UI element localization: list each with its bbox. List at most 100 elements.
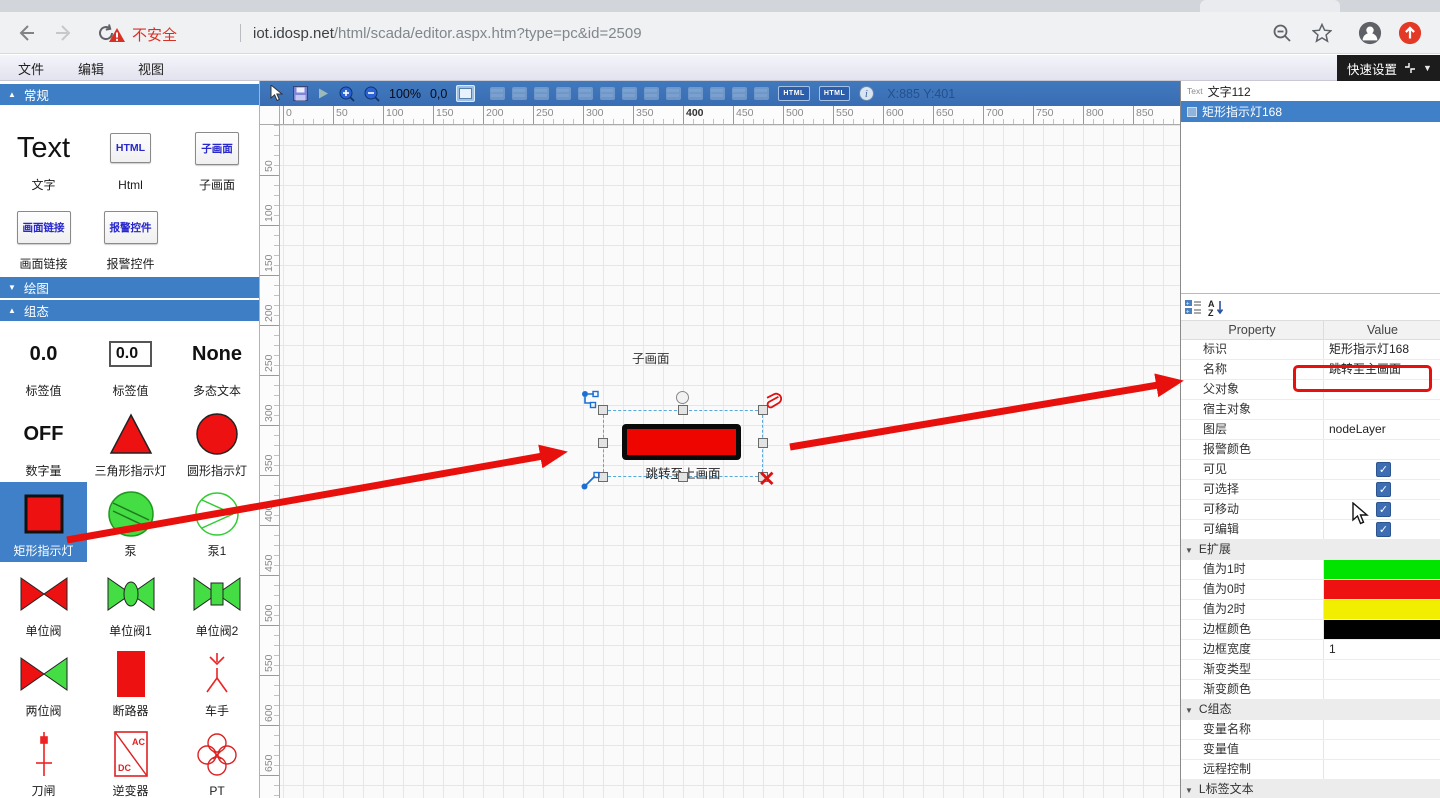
palette-item-pt[interactable]: PT [174, 722, 260, 798]
palette-item-valve-red[interactable]: 单位阀 [0, 562, 87, 642]
property-row-C组态[interactable]: C组态 [1181, 700, 1440, 720]
resize-handle-n[interactable] [678, 405, 688, 415]
color-swatch[interactable] [1324, 580, 1440, 599]
menu-item[interactable]: 文件 [18, 59, 44, 78]
property-row-名称[interactable]: 名称跳转至主画面 [1181, 360, 1440, 380]
security-warning[interactable]: 不安全 [108, 24, 177, 45]
quick-settings-button[interactable]: 快速设置 ▼ [1337, 55, 1440, 81]
property-row-渐变类型[interactable]: 渐变类型 [1181, 660, 1440, 680]
chevron-down-icon[interactable]: ▼ [1423, 63, 1432, 73]
preview-screen-icon[interactable] [456, 85, 475, 102]
connector-in-icon[interactable] [581, 470, 601, 493]
checkbox-checked-icon[interactable]: ✓ [1376, 482, 1391, 497]
property-row-变量值[interactable]: 变量值 [1181, 740, 1440, 760]
palette-item-text-box[interactable]: 0.0标签值 [87, 322, 174, 402]
palette-item-button[interactable]: 画面链接画面链接 [0, 195, 87, 275]
property-value[interactable] [1323, 400, 1440, 419]
property-row-标识[interactable]: 标识矩形指示灯168 [1181, 340, 1440, 360]
menu-item[interactable]: 编辑 [78, 59, 104, 78]
property-row-边框颜色[interactable]: 边框颜色 [1181, 620, 1440, 640]
browser-tab[interactable] [1200, 0, 1340, 12]
property-value[interactable] [1323, 440, 1440, 459]
property-row-可见[interactable]: 可见✓ [1181, 460, 1440, 480]
property-value[interactable] [1323, 660, 1440, 679]
property-value[interactable] [1323, 680, 1440, 699]
attach-paperclip-icon[interactable] [762, 391, 782, 416]
color-swatch[interactable] [1324, 560, 1440, 579]
property-row-渐变颜色[interactable]: 渐变颜色 [1181, 680, 1440, 700]
menu-item[interactable]: 视图 [138, 59, 164, 78]
property-row-边框宽度[interactable]: 边框宽度1 [1181, 640, 1440, 660]
palette-item-breaker[interactable]: 断路器 [87, 642, 174, 722]
palette-item-valve-green-rect[interactable]: 单位阀2 [174, 562, 260, 642]
canvas-text-element[interactable]: 子画面 [632, 348, 670, 367]
tree-item-rect-indicator168[interactable]: 矩形指示灯168 [1181, 101, 1440, 122]
save-icon[interactable] [293, 86, 308, 101]
zoom-out-icon[interactable] [364, 86, 380, 102]
property-row-变量名称[interactable]: 变量名称 [1181, 720, 1440, 740]
palette-item-valve-green-ellipse[interactable]: 单位阀1 [87, 562, 174, 642]
palette-item-pump-outline[interactable]: 泵1 [174, 482, 260, 562]
palette-item-button[interactable]: HTMLHtml [87, 116, 174, 196]
palette-item-rect-indicator[interactable]: 矩形指示灯 [0, 482, 87, 562]
resize-handle-w[interactable] [598, 438, 608, 448]
resize-handle-e[interactable] [758, 438, 768, 448]
property-row-可编辑[interactable]: 可编辑✓ [1181, 520, 1440, 540]
property-row-值为2时[interactable]: 值为2时 [1181, 600, 1440, 620]
property-value[interactable] [1323, 760, 1440, 779]
palette-item-text[interactable]: OFF数字量 [0, 402, 87, 482]
section-header-draw[interactable]: 绘图 [0, 277, 260, 299]
property-value[interactable] [1323, 740, 1440, 759]
section-header-widgets[interactable]: 组态 [0, 300, 260, 322]
color-swatch[interactable] [1324, 600, 1440, 619]
palette-item-circle-indicator[interactable]: 圆形指示灯 [174, 402, 260, 482]
section-header-general[interactable]: 常规 [0, 84, 260, 106]
property-value[interactable]: ✓ [1323, 480, 1440, 499]
property-value[interactable]: ✓ [1323, 460, 1440, 479]
delete-icon[interactable]: ✕ [758, 467, 776, 492]
forward-icon[interactable] [52, 21, 76, 45]
color-swatch[interactable] [1324, 620, 1440, 639]
property-row-宿主对象[interactable]: 宿主对象 [1181, 400, 1440, 420]
select-cursor-icon[interactable] [270, 85, 284, 102]
zoom-in-icon[interactable] [339, 86, 355, 102]
property-value[interactable]: 跳转至主画面 [1323, 360, 1440, 379]
import-html-icon[interactable]: HTML [819, 86, 850, 101]
property-row-E扩展[interactable]: E扩展 [1181, 540, 1440, 560]
checkbox-checked-icon[interactable]: ✓ [1376, 502, 1391, 517]
export-html-icon[interactable]: HTML [778, 86, 809, 101]
tree-item-text112[interactable]: Text 文字112 [1181, 81, 1440, 101]
property-row-可选择[interactable]: 可选择✓ [1181, 480, 1440, 500]
checkbox-checked-icon[interactable]: ✓ [1376, 462, 1391, 477]
palette-item-text[interactable]: 0.0标签值 [0, 322, 87, 402]
resize-handle-s[interactable] [678, 472, 688, 482]
property-value[interactable] [1323, 560, 1440, 579]
property-row-值为0时[interactable]: 值为0时 [1181, 580, 1440, 600]
property-row-值为1时[interactable]: 值为1时 [1181, 560, 1440, 580]
property-value[interactable] [1323, 580, 1440, 599]
bookmark-star-icon[interactable] [1310, 21, 1334, 45]
categorized-view-icon[interactable]: ++ [1184, 298, 1203, 317]
property-value[interactable] [1323, 380, 1440, 399]
property-value[interactable]: 矩形指示灯168 [1323, 340, 1440, 359]
palette-item-button[interactable]: 报警控件报警控件 [87, 195, 174, 275]
property-value[interactable]: 1 [1323, 640, 1440, 659]
palette-item-triangle-indicator[interactable]: 三角形指示灯 [87, 402, 174, 482]
rotate-handle[interactable] [676, 391, 689, 404]
property-row-图层[interactable]: 图层nodeLayer [1181, 420, 1440, 440]
design-canvas[interactable]: 子画面 跳转至上画面 ✕ [280, 125, 1180, 798]
selected-rect-indicator[interactable] [622, 424, 741, 460]
property-row-L标签文本[interactable]: L标签文本 [1181, 780, 1440, 798]
alphabetical-sort-icon[interactable]: AZ [1207, 298, 1226, 317]
palette-item-big-text[interactable]: Text文字 [0, 116, 87, 196]
property-value[interactable] [1323, 600, 1440, 619]
palette-item-knife-switch[interactable]: 刀闸 [0, 722, 87, 798]
property-row-可移动[interactable]: 可移动✓ [1181, 500, 1440, 520]
property-row-远程控制[interactable]: 远程控制 [1181, 760, 1440, 780]
connector-out-icon[interactable] [581, 390, 601, 413]
url-bar[interactable]: iot.idosp.net/html/scada/editor.aspx.htm… [240, 24, 642, 42]
preview-play-icon[interactable] [317, 87, 330, 100]
property-value[interactable]: ✓ [1323, 520, 1440, 539]
browser-update-icon[interactable] [1398, 21, 1422, 45]
palette-item-button[interactable]: 子画面子画面 [174, 116, 260, 196]
